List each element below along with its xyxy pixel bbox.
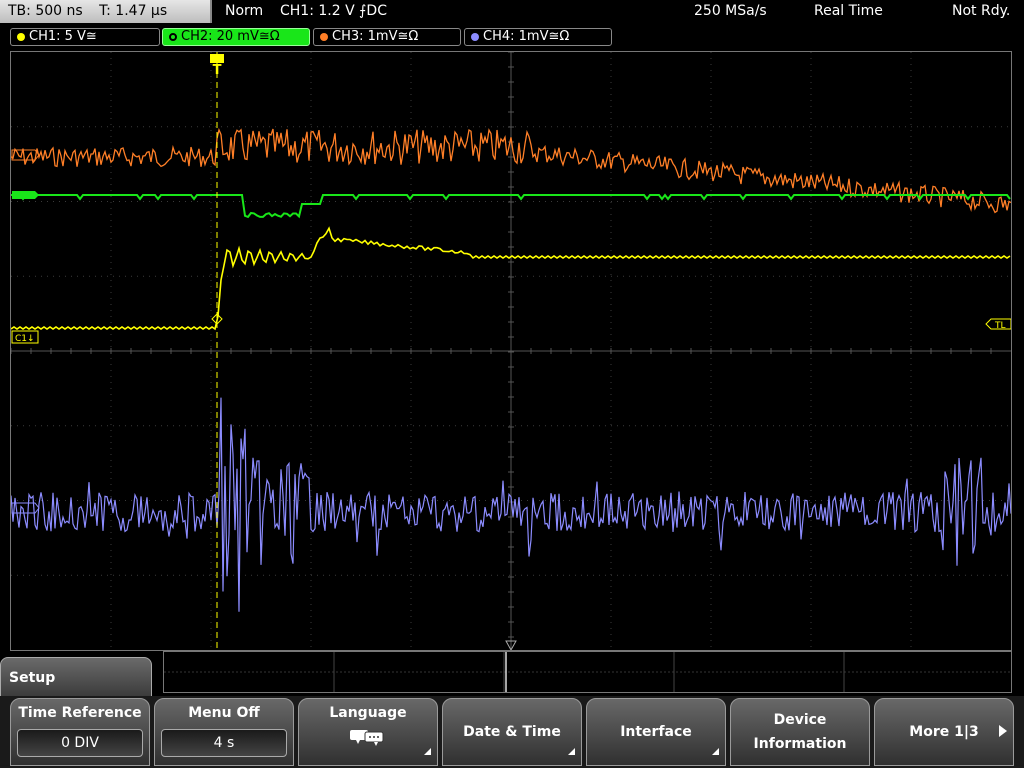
- ch3-label: CH3: 1mV≅Ω: [332, 29, 419, 44]
- submenu-corner-icon: [424, 748, 431, 755]
- interface-softkey[interactable]: Interface: [586, 698, 726, 766]
- waveform-display[interactable]: T C1↓ TL: [10, 51, 1012, 651]
- time-reference-softkey[interactable]: Time Reference 0 DIV: [10, 698, 150, 766]
- acquisition-state: Not Rdy.: [952, 3, 1011, 19]
- trigger-mode[interactable]: Norm: [225, 3, 263, 19]
- timebase-readout: TB: 500 ns: [8, 3, 83, 19]
- submenu-corner-icon: [568, 748, 575, 755]
- channel-tab-ch4[interactable]: CH4: 1mV≅Ω: [464, 28, 612, 46]
- right-arrow-icon: [999, 725, 1007, 737]
- date-time-softkey[interactable]: Date & Time: [442, 698, 582, 766]
- language-label: Language: [329, 705, 407, 721]
- ch3-color-dot: [320, 33, 328, 41]
- menu-off-label: Menu Off: [188, 705, 260, 721]
- trigger-marker: T: [213, 63, 222, 78]
- more-softkey[interactable]: More 1|3: [874, 698, 1014, 766]
- ch1-label: CH1: 5 V≅: [29, 29, 97, 44]
- ch2-label: CH2: 20 mV≅Ω: [181, 29, 280, 44]
- time-reference-value: 0 DIV: [17, 729, 143, 757]
- trigger-time-readout: T: 1.47 µs: [99, 3, 168, 19]
- time-reference-label: Time Reference: [18, 705, 142, 721]
- timebase-box[interactable]: TB: 500 ns T: 1.47 µs: [0, 0, 212, 23]
- trigger-level-marker: TL: [994, 321, 1006, 331]
- ch1-color-dot: [17, 33, 25, 41]
- device-information-label: Device Information: [753, 712, 847, 752]
- more-label: More 1|3: [909, 724, 979, 740]
- menu-off-value: 4 s: [161, 729, 287, 757]
- speech-bubbles-icon: [299, 727, 437, 751]
- language-softkey[interactable]: Language: [298, 698, 438, 766]
- menu-title-tab: Setup: [0, 657, 152, 697]
- date-time-label: Date & Time: [463, 724, 561, 740]
- ch2-offset-marker: [12, 191, 39, 199]
- menu-off-softkey[interactable]: Menu Off 4 s: [154, 698, 294, 766]
- menu-title: Setup: [9, 670, 56, 686]
- trigger-marker-box: [210, 54, 224, 63]
- submenu-corner-icon: [712, 748, 719, 755]
- channel-tab-ch3[interactable]: CH3: 1mV≅Ω: [313, 28, 461, 46]
- ch4-color-dot: [471, 33, 479, 41]
- acquisition-mode: Real Time: [814, 3, 883, 19]
- trigger-source[interactable]: CH1: 1.2 V ⨍DC: [280, 3, 387, 19]
- ch2-color-dot: [169, 33, 177, 41]
- sample-rate: 250 MSa/s: [694, 3, 767, 19]
- ch1-marker: C1↓: [15, 334, 35, 344]
- device-information-softkey[interactable]: Device Information: [730, 698, 870, 766]
- ch4-label: CH4: 1mV≅Ω: [483, 29, 570, 44]
- channel-tab-ch1[interactable]: CH1: 5 V≅: [10, 28, 160, 46]
- interface-label: Interface: [620, 724, 692, 740]
- overview-strip: [163, 651, 1012, 693]
- channel-tab-ch2[interactable]: CH2: 20 mV≅Ω: [162, 28, 310, 46]
